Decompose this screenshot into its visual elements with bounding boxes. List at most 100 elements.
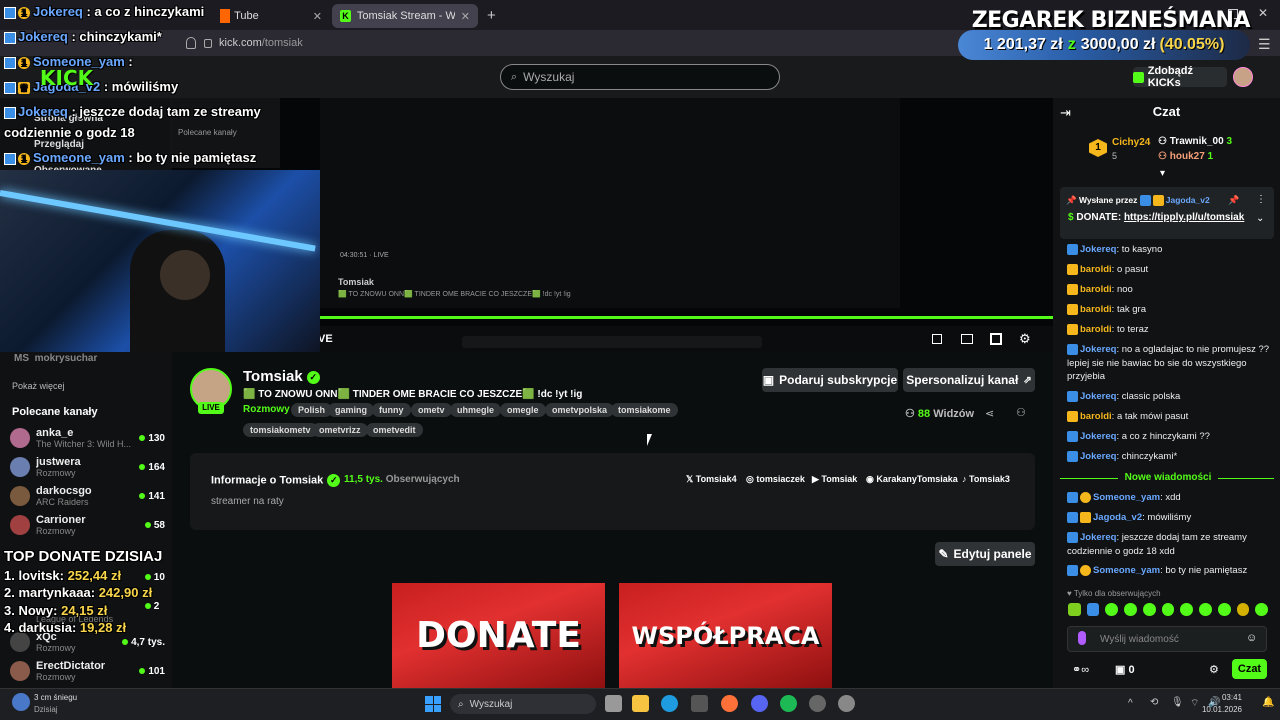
more-options-icon[interactable]: ⋮ — [1256, 194, 1266, 205]
sidebar-item-anka-e[interactable]: anka_e The Witcher 3: Wild H... 130 — [10, 424, 165, 452]
leader-row[interactable]: ⚇ houk27 1 — [1158, 151, 1213, 162]
chat-input[interactable]: Wyślij wiadomość — [1067, 626, 1267, 652]
tag[interactable]: ometvedit — [366, 423, 423, 437]
new-tab-button[interactable]: + — [487, 7, 496, 24]
tag[interactable]: tomsiakometv — [243, 423, 318, 437]
emote-icon[interactable] — [1161, 603, 1175, 616]
spotify-icon[interactable] — [780, 695, 797, 712]
sidebar-item-justwera[interactable]: justwera Rozmowy 164 — [10, 453, 165, 481]
customize-channel-button[interactable]: Spersonalizuj kanał ⇗ — [903, 368, 1035, 392]
clip-icon[interactable] — [932, 334, 942, 344]
file-explorer-icon[interactable] — [632, 695, 649, 712]
chat-settings-icon[interactable]: ⚙ — [1209, 663, 1219, 676]
edit-panels-button[interactable]: ✎ Edytuj panele — [935, 542, 1035, 566]
kick-logo[interactable]: KICK — [40, 66, 93, 90]
theatre-mode-icon[interactable] — [961, 334, 973, 344]
tag[interactable]: tomsiakome — [611, 403, 678, 417]
show-more-link[interactable]: Pokaż więcej — [12, 381, 65, 391]
social-discord-link[interactable]: ◉ KarakanyTomsiaka — [866, 474, 958, 485]
panel-donate[interactable]: DONATE — [392, 583, 605, 688]
send-chat-button[interactable]: Czat — [1232, 659, 1267, 679]
tag[interactable]: omegle — [500, 403, 546, 417]
emote-icon[interactable] — [1068, 603, 1081, 616]
url-bar[interactable]: kick.com/tomsiak — [219, 33, 1039, 53]
tag[interactable]: funny — [372, 403, 411, 417]
notification-bell-icon[interactable]: 🔔 — [1262, 697, 1274, 708]
browser-tab-active[interactable]: K Tomsiak Stream - Watch Live on ✕ — [332, 4, 478, 28]
new-messages-divider[interactable]: Nowe wiadomości — [1118, 472, 1218, 483]
social-youtube-link[interactable]: ▶ Tomsiak — [812, 474, 857, 485]
panel-cooperation[interactable]: WSPÓŁPRACA — [619, 583, 832, 688]
tag[interactable]: ometvpolska — [545, 403, 615, 417]
emote-icon[interactable] — [1255, 603, 1269, 616]
leader-row[interactable]: ⚇ Trawnik_00 3 — [1158, 136, 1232, 147]
tag[interactable]: uhmegle — [450, 403, 502, 417]
emote-icon[interactable] — [1105, 603, 1119, 616]
settings-icon[interactable] — [838, 695, 855, 712]
get-kicks-button[interactable]: Zdobądź KICKs — [1133, 65, 1227, 89]
shield-icon[interactable] — [186, 37, 196, 49]
sidebar-item-darkocsgo[interactable]: darkocsgo ARC Raiders 141 — [10, 482, 165, 510]
settings-gear-icon[interactable]: ⚙ — [1019, 331, 1031, 347]
avatar[interactable] — [1233, 67, 1253, 87]
emote-icon[interactable] — [1124, 603, 1137, 616]
expand-leaderboard-icon[interactable]: ▾ — [1160, 168, 1165, 179]
weather-text[interactable]: 3 cm śniegu — [34, 693, 77, 702]
discord-icon[interactable] — [751, 695, 768, 712]
firefox-icon[interactable] — [721, 695, 738, 712]
task-view-icon[interactable] — [605, 695, 622, 712]
windows-start-icon[interactable] — [425, 696, 441, 712]
weather-icon[interactable] — [12, 693, 30, 711]
chat-title: Czat — [1152, 104, 1181, 119]
chevron-down-icon[interactable]: ⌄ — [1256, 213, 1264, 224]
social-instagram-link[interactable]: ◎ tomsiaczek — [746, 474, 805, 485]
emote-icon[interactable] — [1217, 603, 1231, 616]
emote-icon[interactable] — [1180, 603, 1194, 616]
fullscreen-icon[interactable] — [990, 333, 1002, 345]
gift-sub-button[interactable]: ▣ Podaruj subskrypcje — [762, 368, 898, 392]
clock-date[interactable]: 10.01.2026 — [1200, 705, 1242, 714]
sidebar-item-browse[interactable]: Przeglądaj — [34, 139, 84, 150]
tag[interactable]: Polish — [291, 403, 333, 417]
sidebar-top-user[interactable]: MS mokrysuchar — [14, 353, 97, 364]
store-icon[interactable] — [691, 695, 708, 712]
pin-icon[interactable]: 📌 — [1228, 195, 1239, 206]
taskbar-search[interactable]: ⌕ Wyszukaj — [450, 694, 596, 714]
tag[interactable]: ometvrizz — [312, 423, 368, 437]
clock-time[interactable]: 03:41 — [1218, 693, 1242, 702]
follow-user-icon[interactable]: ⚇ — [1016, 406, 1026, 419]
leader-name[interactable]: Cichy24 — [1112, 137, 1150, 148]
share-icon[interactable]: ⋖ — [985, 407, 994, 420]
obs-icon[interactable] — [809, 695, 826, 712]
microphone-tray-icon[interactable]: 🎙 — [1171, 697, 1184, 708]
tray-chevron-icon[interactable]: ^ — [1128, 698, 1133, 709]
microphone-icon[interactable] — [1078, 631, 1086, 645]
cursor-icon — [647, 434, 652, 446]
stream-category[interactable]: Rozmowy — [243, 404, 290, 415]
emote-icon[interactable] — [1142, 603, 1156, 616]
sidebar-item-erectdictator[interactable]: ErectDictator Rozmowy 101 — [10, 657, 165, 685]
close-tab-icon[interactable]: ✕ — [461, 10, 470, 23]
emoji-icon[interactable]: ☺ — [1246, 632, 1257, 644]
search-input[interactable]: ⌕ Wyszukaj — [500, 64, 780, 90]
emote-icon[interactable] — [1236, 603, 1250, 616]
emote-icon[interactable] — [1199, 603, 1212, 616]
pinned-link[interactable]: https://tipply.pl/u/tomsiak — [1124, 212, 1244, 223]
close-tab-icon[interactable]: ✕ — [313, 10, 322, 23]
kicks-balance-icon[interactable]: ⚭∞ — [1072, 663, 1089, 676]
social-x-link[interactable]: 𝕏 Tomsiak4 — [686, 474, 737, 485]
wifi-icon[interactable]: ⌔ — [1190, 697, 1199, 710]
menu-icon[interactable]: ☰ — [1258, 36, 1271, 53]
network-icon[interactable]: ⟲ — [1150, 697, 1158, 708]
gift-counter[interactable]: ▣ 0 — [1115, 663, 1135, 676]
window-close-icon[interactable]: ✕ — [1258, 6, 1268, 20]
emote-icon[interactable] — [1086, 603, 1100, 616]
video-progress-bar[interactable] — [320, 316, 1053, 319]
social-tiktok-link[interactable]: ♪ Tomsiak3 — [962, 474, 1010, 484]
sidebar-item-carrioner[interactable]: Carrioner Rozmowy 58 — [10, 511, 165, 539]
channel-name[interactable]: Tomsiak ✓ — [243, 368, 320, 385]
tag[interactable]: gaming — [328, 403, 375, 417]
lock-icon[interactable] — [204, 39, 212, 48]
edge-icon[interactable] — [661, 695, 678, 712]
tag[interactable]: ometv — [411, 403, 452, 417]
